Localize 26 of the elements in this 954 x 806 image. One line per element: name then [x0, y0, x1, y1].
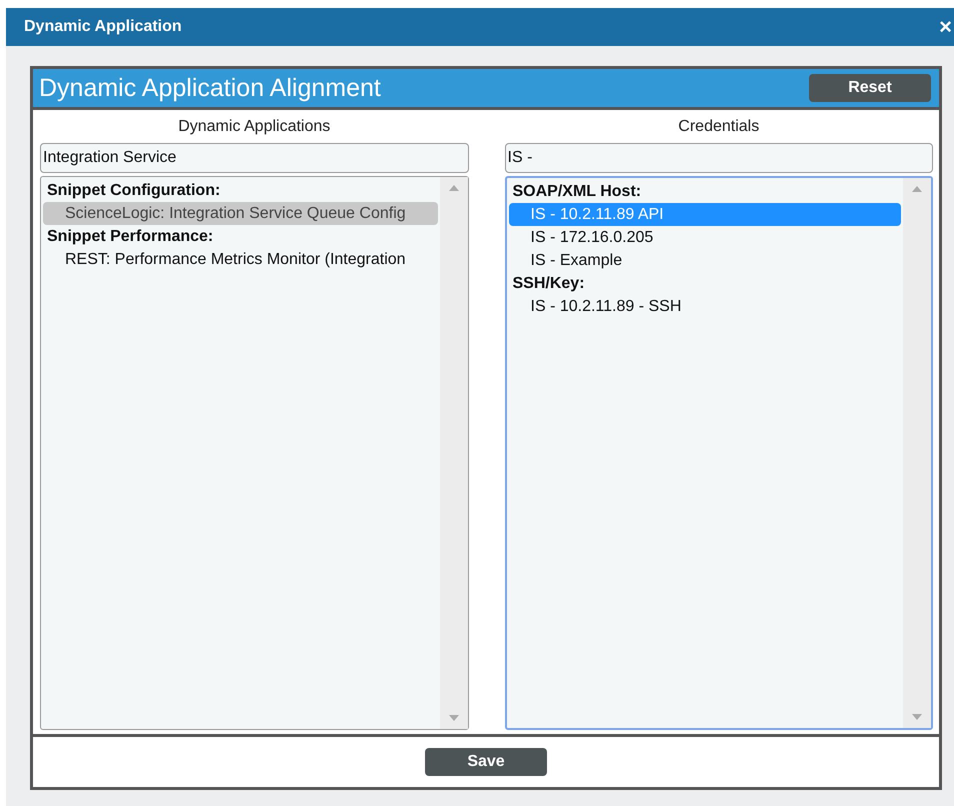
column-heading: Dynamic Applications [178, 118, 330, 136]
column-heading: Credentials [678, 118, 760, 136]
scroll-up-icon[interactable] [912, 186, 922, 192]
reset-button[interactable]: Reset [809, 74, 931, 102]
list-item[interactable]: ScienceLogic: Integration Service Queue Config [43, 202, 438, 225]
list-item[interactable]: REST: Performance Metrics Monitor (Integration [43, 248, 438, 271]
list-item[interactable]: IS - Example [508, 249, 901, 272]
group-label: Snippet Configuration: [46, 181, 220, 201]
list-item[interactable]: IS - 10.2.11.89 - SSH [508, 295, 901, 318]
scrollbar[interactable] [903, 178, 931, 728]
group-label: SOAP/XML Host: [512, 182, 642, 202]
scrollbar[interactable] [440, 177, 468, 729]
list-item[interactable]: IS - 172.16.0.205 [508, 226, 901, 249]
filter-field[interactable]: IS - [504, 143, 933, 173]
panel-title: Dynamic Application Alignment [39, 74, 381, 102]
save-button[interactable]: Save [425, 748, 547, 776]
window-title: Dynamic Application [24, 18, 182, 36]
list-box[interactable]: Snippet Configuration: ScienceLogic: Integration Service Queue Config Snippet Performance: REST: Performance Metrics Monitor (Integration [40, 176, 468, 730]
list-box[interactable]: SOAP/XML Host: IS - 10.2.11.89 API IS - 172.16.0.205 IS - Example SSH/Key: IS - 10.2.11.89 - SSH [504, 176, 933, 730]
scroll-down-icon[interactable] [912, 714, 922, 720]
scroll-down-icon[interactable] [448, 715, 458, 721]
group-label: Snippet Performance: [46, 227, 214, 247]
scroll-up-icon[interactable] [448, 185, 458, 191]
close-button[interactable]: × [937, 14, 954, 40]
group-label: SSH/Key: [512, 274, 585, 294]
filter-field[interactable]: Integration Service [40, 143, 468, 173]
